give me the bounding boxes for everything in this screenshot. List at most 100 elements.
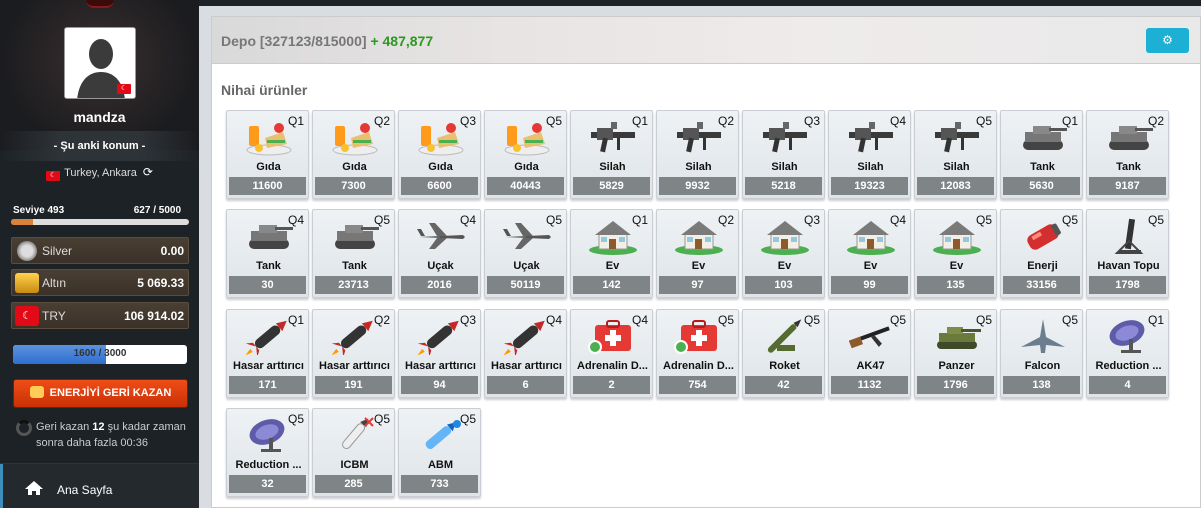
product-card[interactable]: Q4 Tank 30 [226,209,309,298]
regain-amount: 12 [92,421,105,433]
product-card[interactable]: Q5 Havan Topu 1798 [1086,209,1169,298]
nav-item-home[interactable]: Ana Sayfa [0,464,199,508]
currency-try[interactable]: ☾ TRY 106 914.02 [11,302,189,329]
product-card[interactable]: Q1 Hasar arttırıcı 171 [226,309,309,398]
product-amount: 733 [401,475,478,493]
product-card[interactable]: Q5 Gıda 40443 [484,110,567,199]
product-name: Gıda [342,161,367,173]
avatar[interactable]: ☾ [64,27,136,99]
product-amount: 7300 [315,177,392,195]
product-amount: 5218 [745,177,822,195]
warehouse-panel: Depo [327123/815000] + 487,877 ⚙ Nihai ü… [211,16,1201,508]
quality-badge: Q5 [287,412,304,426]
product-name: Hasar arttırıcı [405,360,476,372]
product-card[interactable]: Q5 Panzer 1796 [914,309,997,398]
currency-gold[interactable]: Altın 5 069.33 [11,269,189,296]
product-card[interactable]: Q3 Gıda 6600 [398,110,481,199]
product-card[interactable]: Q5 Falcon 138 [1000,309,1083,398]
product-card[interactable]: Q1 Reduction ... 4 [1086,309,1169,398]
product-card[interactable]: Q5 Reduction ... 32 [226,408,309,497]
username[interactable]: mandza [0,109,199,125]
loading-spinner-icon [16,420,32,436]
level-progress-fill [11,219,34,225]
quality-badge: Q2 [373,313,390,327]
product-card[interactable]: Q4 Adrenalin D... 2 [570,309,653,398]
product-name: Falcon [1024,360,1061,372]
currency-value: 0.00 [160,244,184,258]
panel-title: Depo [327123/815000] + 487,877 [221,33,433,49]
turkey-flag-icon: ☾ [46,171,61,181]
location-text[interactable]: Turkey, Ankara [64,167,137,179]
product-name: Enerji [1027,260,1058,272]
product-card[interactable]: Q1 Silah 5829 [570,110,653,199]
product-card[interactable]: Q3 Ev 103 [742,209,825,298]
refresh-icon[interactable]: ⟳ [143,165,153,179]
quality-badge: Q5 [975,313,992,327]
product-card[interactable]: Q1 Ev 142 [570,209,653,298]
quality-badge: Q1 [287,114,304,128]
product-card[interactable]: Q4 Hasar arttırıcı 6 [484,309,567,398]
quality-badge: Q5 [975,213,992,227]
quality-badge: Q5 [545,114,562,128]
product-card[interactable]: Q2 Tank 9187 [1086,110,1169,199]
product-card[interactable]: Q3 Silah 5218 [742,110,825,199]
top-bar [199,0,1201,6]
product-card[interactable]: Q5 Ev 135 [914,209,997,298]
product-card[interactable]: Q5 Tank 23713 [312,209,395,298]
product-card[interactable]: Q5 Adrenalin D... 754 [656,309,739,398]
sidebar: ☾ mandza - Şu anki konum - ☾ Turkey, Anka… [0,0,199,508]
product-card[interactable]: Q5 ABM 733 [398,408,481,497]
gear-icon: ⚙ [1162,33,1173,47]
product-card[interactable]: Q2 Ev 97 [656,209,739,298]
product-card[interactable]: Q3 Hasar arttırıcı 94 [398,309,481,398]
currency-name: Altın [42,276,67,290]
quality-badge: Q2 [1147,114,1164,128]
quality-badge: Q5 [889,313,906,327]
regain-timer: Geri kazan 12 şu kadar zaman sonra daha … [16,419,196,451]
section-title: Nihai ürünler [221,82,308,98]
quality-badge: Q1 [631,213,648,227]
settings-button[interactable]: ⚙ [1146,28,1189,53]
regain-energy-button[interactable]: ENERJİYİ GERİ KAZAN [13,379,188,408]
regain-prefix: Geri kazan [36,421,90,433]
quality-badge: Q4 [889,213,906,227]
product-card[interactable]: Q5 Silah 12083 [914,110,997,199]
product-amount: 1132 [831,376,908,394]
product-amount: 23713 [315,276,392,294]
product-card[interactable]: Q2 Hasar arttırıcı 191 [312,309,395,398]
quality-badge: Q5 [1061,213,1078,227]
quality-badge: Q3 [459,114,476,128]
product-card[interactable]: Q5 AK47 1132 [828,309,911,398]
product-card[interactable]: Q4 Ev 99 [828,209,911,298]
product-amount: 94 [401,376,478,394]
quality-badge: Q5 [975,114,992,128]
product-card[interactable]: Q4 Silah 19323 [828,110,911,199]
product-card[interactable]: Q4 Uçak 2016 [398,209,481,298]
product-card[interactable]: Q5 Enerji 33156 [1000,209,1083,298]
product-amount: 4 [1089,376,1166,394]
product-amount: 50119 [487,276,564,294]
product-name: Adrenalin D... [663,360,734,372]
product-card[interactable]: Q2 Gıda 7300 [312,110,395,199]
regain-energy-label: ENERJİYİ GERİ KAZAN [49,387,172,399]
product-amount: 97 [659,276,736,294]
energy-text: 1600 / 3000 [73,348,127,359]
storage-gain: + 487,877 [370,33,434,49]
product-amount: 138 [1003,376,1080,394]
product-card[interactable]: Q5 Uçak 50119 [484,209,567,298]
product-amount: 5630 [1003,177,1080,195]
level-xp: 627 / 5000 [133,205,181,216]
currency-value: 5 069.33 [137,276,184,290]
silver-coin-icon [17,241,37,261]
product-name: Silah [857,161,884,173]
currency-silver[interactable]: Silver 0.00 [11,237,189,264]
product-card[interactable]: Q1 Tank 5630 [1000,110,1083,199]
home-icon [25,481,43,495]
product-card[interactable]: Q1 Gıda 11600 [226,110,309,199]
product-name: Tank [256,260,281,272]
product-card[interactable]: Q5 Roket 42 [742,309,825,398]
product-card[interactable]: Q5 ICBM 285 [312,408,395,497]
product-amount: 6600 [401,177,478,195]
location: ☾ Turkey, Ankara ⟳ [0,165,199,181]
product-card[interactable]: Q2 Silah 9932 [656,110,739,199]
